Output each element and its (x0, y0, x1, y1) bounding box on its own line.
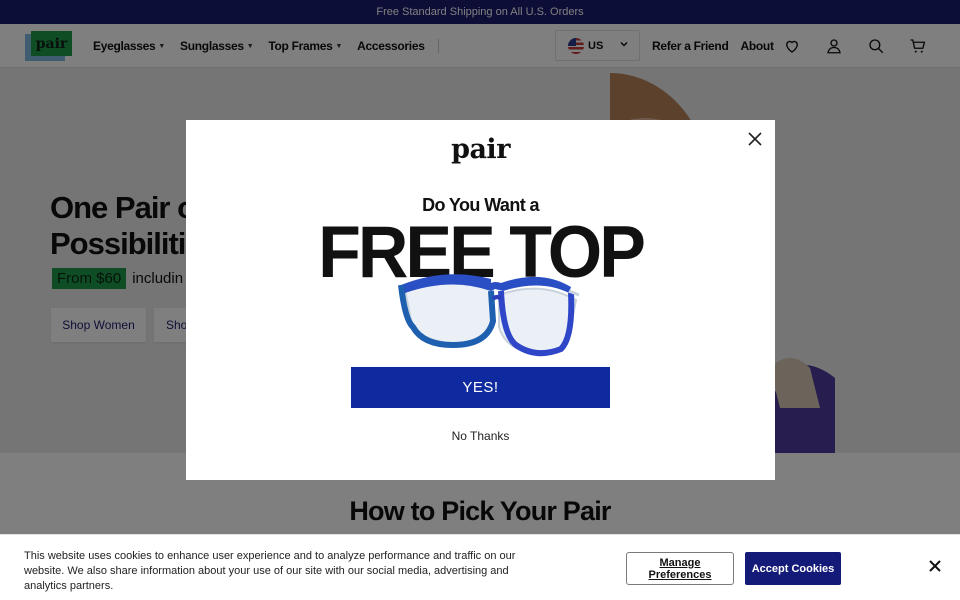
no-thanks-link[interactable]: No Thanks (186, 429, 775, 443)
close-icon[interactable] (928, 559, 942, 573)
promo-modal: pair Do You Want a FREE TOP YES! No Than… (186, 120, 775, 480)
manage-preferences-button[interactable]: Manage Preferences (626, 552, 734, 585)
cookie-message: This website uses cookies to enhance use… (24, 550, 516, 592)
yes-button[interactable]: YES! (351, 367, 610, 408)
modal-logo: pair (451, 134, 510, 165)
glasses-image (398, 274, 580, 357)
cookie-banner: This website uses cookies to enhance use… (0, 534, 960, 600)
accept-cookies-button[interactable]: Accept Cookies (745, 552, 841, 585)
